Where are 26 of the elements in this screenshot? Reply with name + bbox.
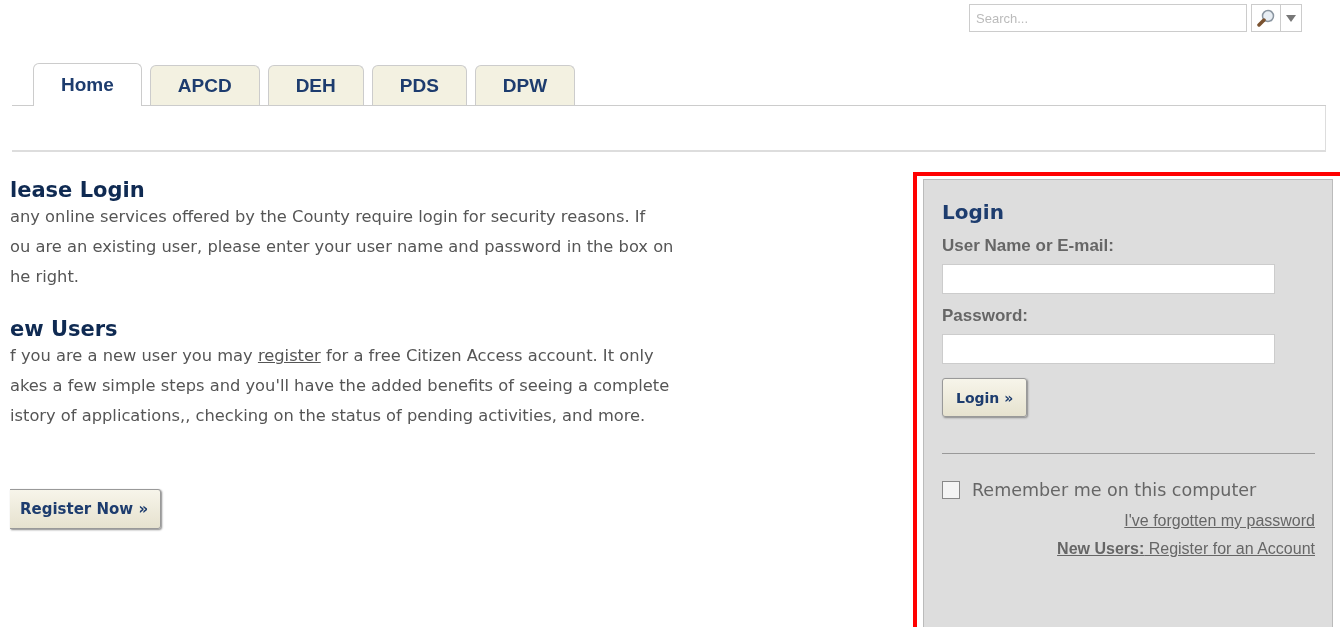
search-button[interactable] (1251, 4, 1281, 32)
nav-tab[interactable]: APCD (149, 65, 260, 105)
dropdown-button[interactable] (1280, 4, 1302, 32)
username-field[interactable] (942, 264, 1275, 294)
section-heading: lease Login (10, 178, 146, 202)
password-label: Password: (942, 306, 1028, 326)
nav-tab[interactable]: Home (33, 63, 142, 106)
intro-paragraph: any online services offered by the County require login for security reasons. If ou are an existing user, please enter your user name and password in the box on he right. (10, 206, 674, 288)
new-users-paragraph: f you are a new user you may register for a free Citizen Access account. It only akes a few simple steps and you'll have the added benefits of seeing a complete istory of applications,, checking on the status of pending activities, and more. (10, 345, 671, 427)
login-title: Login (942, 200, 1004, 224)
nav-tab[interactable]: DEH (267, 65, 364, 105)
register-link[interactable]: register (257, 346, 321, 365)
register-account-link[interactable]: New Users: Register for an Account (1057, 540, 1315, 558)
remember-checkbox[interactable] (942, 481, 960, 499)
register-now-button[interactable]: Register Now » (10, 489, 162, 529)
password-field[interactable] (942, 334, 1275, 364)
search-icon (1256, 9, 1276, 27)
nav-tab[interactable]: PDS (371, 65, 467, 105)
nav-tab[interactable]: DPW (474, 65, 576, 105)
login-button[interactable]: Login » (942, 378, 1028, 417)
remember-label: Remember me on this computer (972, 480, 1257, 500)
caret-icon (1286, 14, 1296, 22)
forgot-password-link[interactable]: I've forgotten my password (1124, 512, 1315, 530)
username-label: User Name or E-mail: (942, 236, 1114, 256)
section-heading: ew Users (10, 317, 119, 341)
search-field[interactable]: Search... (969, 4, 1247, 32)
